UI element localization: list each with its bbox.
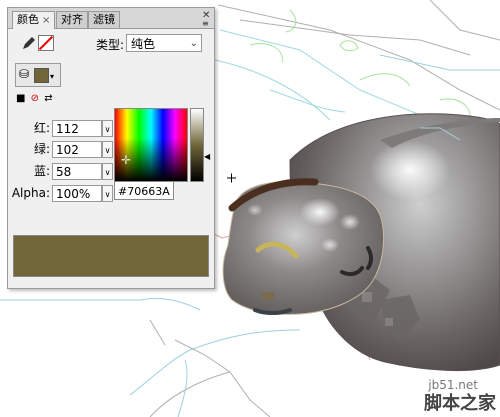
color-preview xyxy=(13,235,209,277)
paint-bucket-icon: ⛁ xyxy=(19,67,30,81)
tab-filter[interactable]: 滤镜 xyxy=(88,11,120,28)
color-spectrum[interactable]: ✛ xyxy=(114,108,188,182)
color-type-value: 纯色 xyxy=(131,37,156,51)
alpha-input[interactable]: 100% xyxy=(52,185,102,202)
tab-filter-label: 滤镜 xyxy=(93,13,115,26)
tab-align-label: 对齐 xyxy=(61,13,83,26)
fill-color-button[interactable]: ⛁ ▾ xyxy=(15,63,61,87)
fill-color-swatch xyxy=(34,68,49,83)
red-input[interactable]: 112 xyxy=(52,120,102,137)
alpha-dropdown-icon[interactable]: ∨ xyxy=(102,185,113,202)
stroke-color-icon[interactable] xyxy=(20,34,38,52)
type-label: 类型: xyxy=(96,38,125,52)
head-highlight-4 xyxy=(247,204,263,216)
hex-input[interactable]: #70663A xyxy=(114,181,174,200)
tab-close-icon[interactable]: × xyxy=(42,15,50,26)
crosshair-cursor-icon xyxy=(227,173,236,183)
color-type-select[interactable]: 纯色 ⌄ xyxy=(126,34,202,52)
brightness-slider[interactable] xyxy=(190,108,204,182)
black-white-icon[interactable]: ■ xyxy=(16,93,25,104)
green-dropdown-icon[interactable]: ∨ xyxy=(102,141,113,158)
red-label: 红: xyxy=(33,121,50,135)
swap-colors-icon[interactable]: ⇄ xyxy=(44,93,52,104)
blue-input[interactable]: 58 xyxy=(52,163,102,180)
watermark-site: jb51.net xyxy=(427,378,478,392)
chevron-down-icon: ⌄ xyxy=(189,38,198,49)
head-highlight-3 xyxy=(321,238,339,252)
alpha-label: Alpha: xyxy=(11,186,50,200)
panel-tab-bar: 颜色 × 对齐 滤镜 ✕ ≡ xyxy=(8,8,214,29)
swatch-controls: ■ ⊘ ⇄ xyxy=(16,93,55,104)
beetle-head xyxy=(222,180,384,315)
red-dropdown-icon[interactable]: ∨ xyxy=(102,120,113,137)
picker-cursor-icon: ✛ xyxy=(121,153,132,167)
body-highlight xyxy=(370,140,450,200)
blue-label: 蓝: xyxy=(33,164,50,178)
dropdown-arrow-icon: ▾ xyxy=(50,72,55,81)
mouth-mark xyxy=(262,292,274,300)
tab-color-label: 颜色 xyxy=(17,13,39,26)
green-label: 绿: xyxy=(33,142,50,156)
head-highlight-1 xyxy=(300,198,340,226)
brightness-handle-icon[interactable]: ◀ xyxy=(204,152,210,161)
color-panel: 颜色 × 对齐 滤镜 ✕ ≡ 类型: 纯色 ⌄ ⛁ ▾ ■ ⊘ ⇄ 红: 112 ∨… xyxy=(7,7,215,289)
green-input[interactable]: 102 xyxy=(52,141,102,158)
watermark-name: 脚本之家 xyxy=(424,392,497,414)
no-color-icon[interactable]: ⊘ xyxy=(31,93,39,104)
tab-align[interactable]: 对齐 xyxy=(56,11,88,28)
panel-menu-icon[interactable]: ≡ xyxy=(202,19,209,28)
stroke-color-swatch[interactable] xyxy=(38,35,54,51)
head-highlight-2 xyxy=(340,214,360,230)
blue-dropdown-icon[interactable]: ∨ xyxy=(102,163,113,180)
tab-color[interactable]: 颜色 × xyxy=(12,11,56,29)
